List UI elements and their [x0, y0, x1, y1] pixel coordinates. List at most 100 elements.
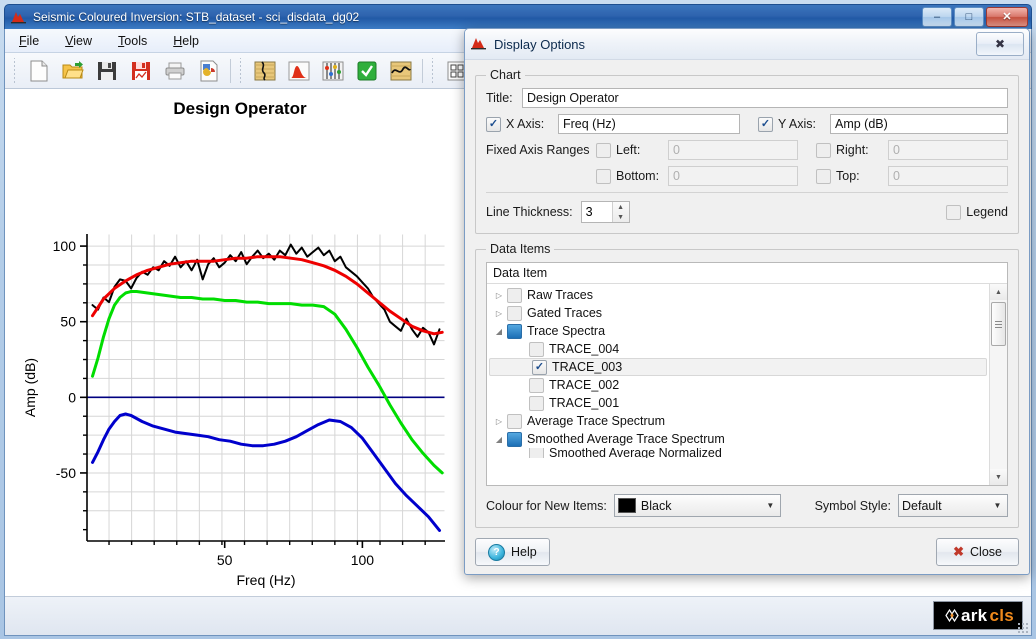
- bottom-range-checkbox[interactable]: [596, 168, 611, 184]
- save-chart-icon[interactable]: [125, 56, 157, 86]
- twisty-collapsed-icon[interactable]: ▷: [491, 291, 507, 300]
- tree-node-label: Smoothed Average Trace Spectrum: [527, 432, 725, 446]
- symbol-style-value: Default: [902, 498, 942, 513]
- tree-node[interactable]: ◢ Smoothed Average Trace Spectrum: [487, 430, 989, 448]
- colour-value: Black: [640, 498, 672, 513]
- close-button[interactable]: ✕: [986, 7, 1028, 27]
- tree-node-checkbox[interactable]: [529, 377, 544, 393]
- y-axis-input[interactable]: Amp (dB): [830, 114, 1008, 134]
- legend-label: Legend: [966, 205, 1008, 219]
- scroll-up-icon[interactable]: ▲: [990, 284, 1007, 300]
- help-button[interactable]: ? Help: [475, 538, 550, 566]
- tree-node-label: Gated Traces: [527, 306, 603, 320]
- bottom-range-label: Bottom:: [616, 169, 660, 183]
- chevron-down-icon-2: ▼: [993, 501, 1002, 510]
- diamond-icon: [945, 608, 959, 623]
- close-dialog-button[interactable]: ✖ Close: [936, 538, 1019, 566]
- tree-node-checkbox[interactable]: [529, 448, 544, 458]
- twisty-expanded-icon[interactable]: ◢: [491, 435, 507, 444]
- minimize-button[interactable]: –: [922, 7, 952, 27]
- tree-node-checkbox[interactable]: [529, 341, 544, 357]
- report-icon[interactable]: [193, 56, 225, 86]
- tree-node-checkbox[interactable]: [507, 305, 522, 321]
- svg-text:50: 50: [217, 552, 233, 568]
- menu-item-file[interactable]: File: [15, 32, 43, 50]
- tree-node-checkbox[interactable]: [507, 323, 522, 339]
- tree-node-checkbox[interactable]: [507, 413, 522, 429]
- twisty-expanded-icon[interactable]: ◢: [491, 327, 507, 336]
- line-thickness-stepper[interactable]: 3 ▲ ▼: [580, 201, 630, 223]
- tree-node[interactable]: ◢ Trace Spectra: [487, 322, 989, 340]
- twisty-collapsed-icon[interactable]: ▷: [491, 309, 507, 318]
- seismic-trace-icon[interactable]: [249, 56, 281, 86]
- menu-item-tools[interactable]: Tools: [114, 32, 151, 50]
- maximize-button[interactable]: □: [954, 7, 984, 27]
- toolbar-grip[interactable]: [12, 57, 19, 84]
- chart-title-input[interactable]: Design Operator: [522, 88, 1008, 108]
- toolbar-grip-3[interactable]: [430, 57, 437, 84]
- display-options-dialog: Display Options ✖ Chart Title: Design Op…: [464, 28, 1030, 575]
- dialog-title: Display Options: [494, 36, 586, 52]
- toolbar-separator-2: [422, 58, 423, 83]
- right-range-checkbox[interactable]: [816, 142, 831, 158]
- tree-node-checkbox[interactable]: [507, 431, 522, 447]
- dialog-close-button[interactable]: ✖: [976, 32, 1024, 56]
- print-icon[interactable]: [159, 56, 191, 86]
- scroll-down-icon[interactable]: ▼: [990, 469, 1007, 485]
- apply-check-icon[interactable]: [351, 56, 383, 86]
- maximize-icon: □: [965, 10, 973, 23]
- tree-node[interactable]: TRACE_004: [487, 340, 989, 358]
- x-axis-input[interactable]: Freq (Hz): [558, 114, 740, 134]
- right-range-input[interactable]: 0: [888, 140, 1008, 160]
- menu-item-help[interactable]: Help: [169, 32, 203, 50]
- stepper-up-icon[interactable]: ▲: [613, 202, 629, 212]
- top-range-input[interactable]: 0: [888, 166, 1008, 186]
- stepper-arrows[interactable]: ▲ ▼: [611, 202, 629, 222]
- open-folder-icon[interactable]: [57, 56, 89, 86]
- left-range-checkbox[interactable]: [596, 142, 611, 158]
- tree-node[interactable]: ▷ Raw Traces: [487, 286, 989, 304]
- resize-grip[interactable]: [1017, 622, 1029, 634]
- parameters-icon[interactable]: [317, 56, 349, 86]
- save-icon[interactable]: [91, 56, 123, 86]
- menu-item-view[interactable]: View: [61, 32, 96, 50]
- symbol-style-label: Symbol Style:: [814, 498, 891, 513]
- tree-node[interactable]: TRACE_001: [487, 394, 989, 412]
- twisty-collapsed-icon[interactable]: ▷: [491, 417, 507, 426]
- spectrum-icon[interactable]: [283, 56, 315, 86]
- new-document-icon[interactable]: [23, 56, 55, 86]
- tree-node[interactable]: ▷ Gated Traces: [487, 304, 989, 322]
- fixed-range-row-1: Fixed Axis Ranges Left: 0 Right: 0: [486, 140, 1008, 160]
- divider: [486, 192, 1008, 193]
- bottom-range-input[interactable]: 0: [668, 166, 798, 186]
- tree-node-checkbox[interactable]: [507, 287, 522, 303]
- toolbar-separator: [230, 58, 231, 83]
- x-axis-checkbox[interactable]: ✓: [486, 116, 501, 132]
- tree-scrollbar[interactable]: ▲ ▼: [989, 284, 1007, 485]
- tree-node-checkbox[interactable]: ✓: [532, 359, 547, 375]
- scrollbar-thumb[interactable]: [991, 302, 1006, 346]
- top-range-checkbox[interactable]: [816, 168, 831, 184]
- tree-node[interactable]: Smoothed Average Normalized: [487, 448, 989, 458]
- x-icon: ✖: [953, 544, 965, 559]
- left-range-input[interactable]: 0: [668, 140, 798, 160]
- application-root: Seismic Coloured Inversion: STB_dataset …: [0, 0, 1036, 639]
- y-axis-checkbox[interactable]: ✓: [758, 116, 773, 132]
- tree-node-checkbox[interactable]: [529, 395, 544, 411]
- tree-node[interactable]: ▷ Average Trace Spectrum: [487, 412, 989, 430]
- line-thickness-value: 3: [585, 205, 593, 219]
- x-axis-label: X Axis:: [506, 117, 545, 131]
- data-items-tree[interactable]: Data Item ▷ Raw Traces ▷ Gated Traces ◢ Trace…: [486, 262, 1008, 486]
- chevron-down-icon: ▼: [766, 501, 775, 510]
- status-bar: ark cls: [5, 596, 1031, 635]
- legend-checkbox[interactable]: [946, 204, 962, 220]
- tree-node[interactable]: TRACE_002: [487, 376, 989, 394]
- svg-text:Freq (Hz): Freq (Hz): [236, 572, 295, 588]
- tree-node[interactable]: ✓ TRACE_003: [489, 358, 987, 376]
- wavelet-icon[interactable]: [385, 56, 417, 86]
- colour-select[interactable]: Black ▼: [613, 494, 781, 517]
- tree-node-list[interactable]: ▷ Raw Traces ▷ Gated Traces ◢ Trace Spectra TR…: [487, 284, 989, 485]
- symbol-style-select[interactable]: Default ▼: [898, 494, 1008, 517]
- toolbar-grip-2[interactable]: [238, 57, 245, 84]
- stepper-down-icon[interactable]: ▼: [613, 212, 629, 222]
